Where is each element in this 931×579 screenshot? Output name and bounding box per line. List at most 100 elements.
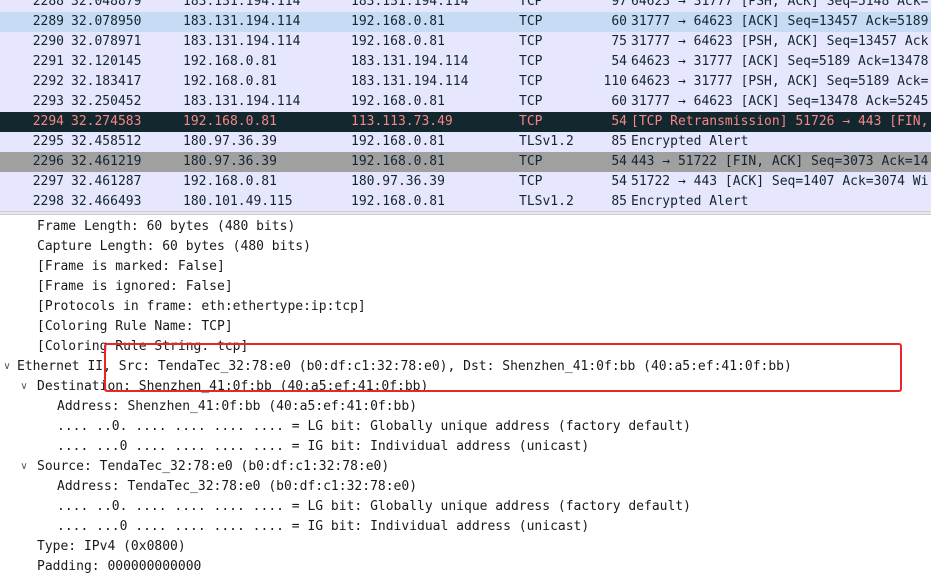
packet-info-cell: [TCP Retransmission] 51726 → 443 [FIN,	[631, 114, 929, 129]
packet-info-cell: 64623 → 31777 [PSH, ACK] Seq=5148 Ack=	[631, 0, 929, 9]
frame-ignored-field[interactable]: [Frame is ignored: False]	[37, 277, 233, 297]
packet-destination-cell: 183.131.194.114	[351, 0, 469, 9]
packet-source-cell: 183.131.194.114	[183, 0, 301, 9]
capture-length-field[interactable]: Capture Length: 60 bytes (480 bits)	[37, 237, 311, 257]
packet-source-cell: 183.131.194.114	[183, 14, 301, 29]
packet-destination-cell: 180.97.36.39	[351, 174, 445, 189]
packet-length-cell: 60	[611, 14, 627, 29]
packet-row[interactable]: 2288 32.048879 183.131.194.114 183.131.194.…	[0, 0, 931, 12]
packet-protocol-cell: TCP	[519, 34, 543, 49]
packet-length-cell: 85	[611, 134, 627, 149]
packet-protocol-cell: TCP	[519, 14, 543, 29]
packet-length-cell: 110	[603, 74, 627, 89]
packet-source-cell: 180.97.36.39	[183, 134, 277, 149]
destination-lg-bit-field[interactable]: .... ..0. .... .... .... .... = LG bit: …	[57, 417, 691, 437]
frame-marked-field[interactable]: [Frame is marked: False]	[37, 257, 225, 277]
packet-row[interactable]: 2298 32.466493 180.101.49.115 192.168.0.81 T…	[0, 192, 931, 211]
packet-source-cell: 192.168.0.81	[183, 114, 277, 129]
packet-source-cell: 183.131.194.114	[183, 34, 301, 49]
packet-destination-cell: 183.131.194.114	[351, 74, 469, 89]
packet-time-cell: 32.461219	[71, 154, 142, 169]
packet-protocol-cell: TCP	[519, 74, 543, 89]
packet-row[interactable]: 2289 32.078950 183.131.194.114 192.168.0.81…	[0, 12, 931, 32]
packet-destination-cell: 192.168.0.81	[351, 154, 445, 169]
ethertype-field[interactable]: Type: IPv4 (0x0800)	[37, 537, 186, 557]
packet-number-cell: 2292	[32, 74, 64, 89]
chevron-down-icon[interactable]: ∨	[18, 457, 30, 477]
packet-length-cell: 85	[611, 194, 627, 209]
packet-row[interactable]: 2294 32.274583 192.168.0.81 113.113.73.49 TC…	[0, 112, 931, 132]
frame-length-field[interactable]: Frame Length: 60 bytes (480 bits)	[37, 217, 295, 237]
coloring-rule-name-field[interactable]: [Coloring Rule Name: TCP]	[37, 317, 233, 337]
chevron-down-icon[interactable]: ∨	[18, 377, 30, 397]
packet-destination-cell: 192.168.0.81	[351, 34, 445, 49]
packet-row[interactable]: 2296 32.461219 180.97.36.39 192.168.0.81 TCP…	[0, 152, 931, 172]
packet-source-cell: 180.97.36.39	[183, 154, 277, 169]
packet-length-cell: 60	[611, 94, 627, 109]
packet-number-cell: 2290	[32, 34, 64, 49]
packet-time-cell: 32.458512	[71, 134, 142, 149]
destination-node[interactable]: Destination: Shenzhen_41:0f:bb (40:a5:ef…	[37, 377, 428, 397]
packet-source-cell: 180.101.49.115	[183, 194, 293, 209]
packet-row[interactable]: 2290 32.078971 183.131.194.114 192.168.0.81…	[0, 32, 931, 52]
packet-source-cell: 192.168.0.81	[183, 74, 277, 89]
packet-destination-cell: 192.168.0.81	[351, 194, 445, 209]
destination-ig-bit-field[interactable]: .... ...0 .... .... .... .... = IG bit: …	[57, 437, 589, 457]
chevron-down-icon[interactable]: ∨	[1, 357, 13, 377]
packet-length-cell: 97	[611, 0, 627, 9]
packet-info-cell: 64623 → 31777 [PSH, ACK] Seq=5189 Ack=	[631, 74, 929, 89]
source-address-field[interactable]: Address: TendaTec_32:78:e0 (b0:df:c1:32:…	[57, 477, 417, 497]
packet-number-cell: 2296	[32, 154, 64, 169]
packet-source-cell: 192.168.0.81	[183, 54, 277, 69]
padding-field[interactable]: Padding: 000000000000	[37, 557, 201, 577]
pane-splitter[interactable]	[0, 211, 931, 215]
packet-row[interactable]: 2292 32.183417 192.168.0.81 183.131.194.114…	[0, 72, 931, 92]
packet-info-cell: 31777 → 64623 [PSH, ACK] Seq=13457 Ack	[631, 34, 929, 49]
ethernet-ii-node[interactable]: Ethernet II, Src: TendaTec_32:78:e0 (b0:…	[17, 357, 792, 377]
packet-length-cell: 54	[611, 174, 627, 189]
source-ig-bit-field[interactable]: .... ...0 .... .... .... .... = IG bit: …	[57, 517, 589, 537]
packet-length-cell: 54	[611, 154, 627, 169]
packet-protocol-cell: TCP	[519, 94, 543, 109]
packet-time-cell: 32.461287	[71, 174, 142, 189]
packet-destination-cell: 183.131.194.114	[351, 54, 469, 69]
packet-source-cell: 183.131.194.114	[183, 94, 301, 109]
packet-source-cell: 192.168.0.81	[183, 174, 277, 189]
packet-time-cell: 32.466493	[71, 194, 142, 209]
packet-time-cell: 32.274583	[71, 114, 142, 129]
packet-list[interactable]: 2288 32.048879 183.131.194.114 183.131.194.…	[0, 0, 931, 211]
packet-time-cell: 32.183417	[71, 74, 142, 89]
packet-destination-cell: 113.113.73.49	[351, 114, 453, 129]
packet-protocol-cell: TCP	[519, 0, 543, 9]
protocols-in-frame-field[interactable]: [Protocols in frame: eth:ethertype:ip:tc…	[37, 297, 366, 317]
packet-row[interactable]: 2297 32.461287 192.168.0.81 180.97.36.39 TCP…	[0, 172, 931, 192]
packet-time-cell: 32.250452	[71, 94, 142, 109]
source-node[interactable]: Source: TendaTec_32:78:e0 (b0:df:c1:32:7…	[37, 457, 389, 477]
source-lg-bit-field[interactable]: .... ..0. .... .... .... .... = LG bit: …	[57, 497, 691, 517]
packet-row[interactable]: 2293 32.250452 183.131.194.114 192.168.0.81…	[0, 92, 931, 112]
packet-protocol-cell: TLSv1.2	[519, 194, 574, 209]
packet-protocol-cell: TCP	[519, 114, 543, 129]
packet-row[interactable]: 2291 32.120145 192.168.0.81 183.131.194.114…	[0, 52, 931, 72]
destination-address-field[interactable]: Address: Shenzhen_41:0f:bb (40:a5:ef:41:…	[57, 397, 417, 417]
packet-number-cell: 2298	[32, 194, 64, 209]
packet-time-cell: 32.120145	[71, 54, 142, 69]
packet-row[interactable]: 2295 32.458512 180.97.36.39 192.168.0.81 TLS…	[0, 132, 931, 152]
packet-info-cell: Encrypted Alert	[631, 194, 749, 209]
packet-destination-cell: 192.168.0.81	[351, 14, 445, 29]
packet-info-cell: 51722 → 443 [ACK] Seq=1407 Ack=3074 Wi	[631, 174, 929, 189]
packet-destination-cell: 192.168.0.81	[351, 94, 445, 109]
packet-number-cell: 2295	[32, 134, 64, 149]
packet-protocol-cell: TCP	[519, 154, 543, 169]
packet-number-cell: 2294	[32, 114, 64, 129]
packet-number-cell: 2293	[32, 94, 64, 109]
packet-details-tree[interactable]: Frame Length: 60 bytes (480 bits) Captur…	[0, 217, 931, 579]
packet-info-cell: 64623 → 31777 [ACK] Seq=5189 Ack=13478	[631, 54, 929, 69]
packet-protocol-cell: TCP	[519, 54, 543, 69]
packet-time-cell: 32.078971	[71, 34, 142, 49]
packet-info-cell: 31777 → 64623 [ACK] Seq=13478 Ack=5245	[631, 94, 929, 109]
coloring-rule-string-field[interactable]: [Coloring Rule String: tcp]	[37, 337, 248, 357]
packet-number-cell: 2289	[32, 14, 64, 29]
packet-length-cell: 54	[611, 114, 627, 129]
packet-number-cell: 2291	[32, 54, 64, 69]
